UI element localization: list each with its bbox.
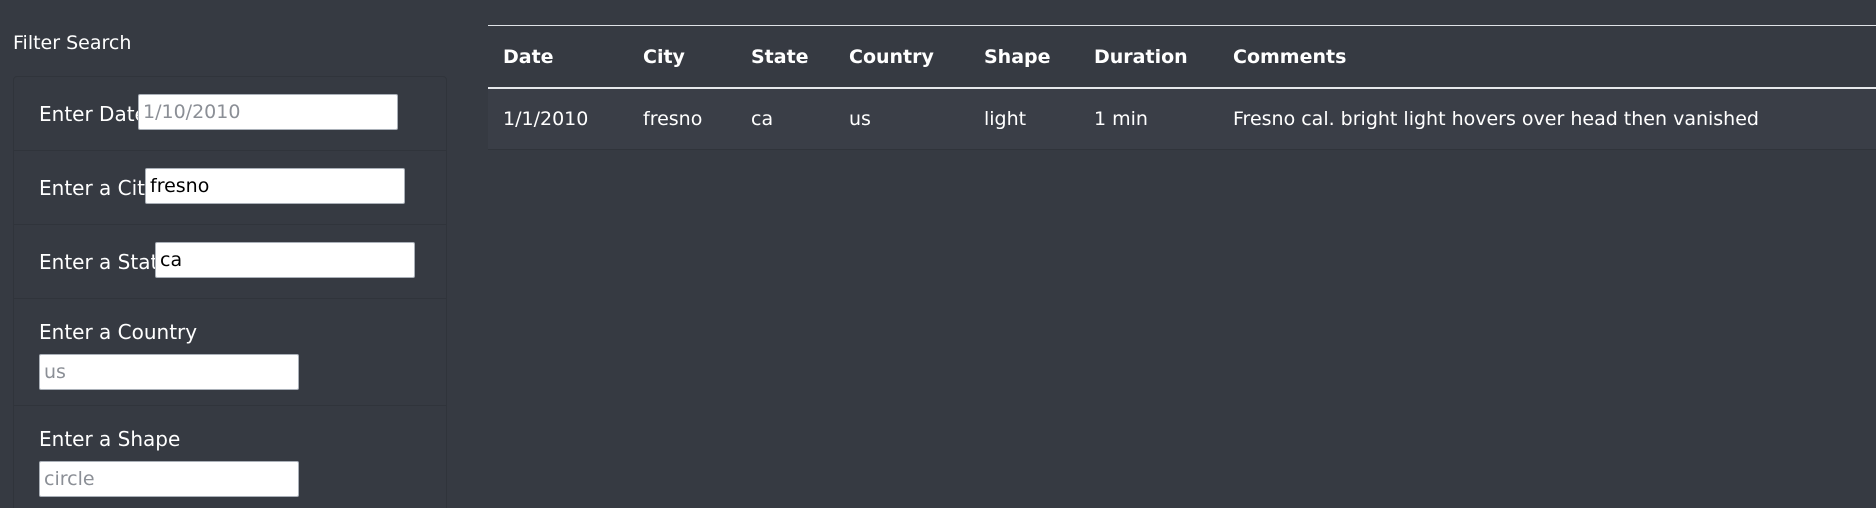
date-input[interactable]: [138, 94, 398, 130]
shape-input[interactable]: [39, 461, 299, 497]
column-header-duration: Duration: [1079, 25, 1218, 89]
filter-item-state: Enter a State: [14, 225, 446, 299]
table-header: Date City State Country Shape Duration C…: [488, 25, 1876, 89]
state-input[interactable]: [155, 242, 415, 278]
table-header-row: Date City State Country Shape Duration C…: [488, 25, 1876, 89]
column-header-country: Country: [834, 25, 969, 89]
column-header-shape: Shape: [969, 25, 1079, 89]
column-header-city: City: [628, 25, 736, 89]
country-label: Enter a Country: [39, 320, 198, 344]
filter-item-shape: Enter a Shape: [14, 406, 446, 508]
filter-item-city: Enter a City: [14, 151, 446, 225]
column-header-state: State: [736, 25, 834, 89]
city-label: Enter a City: [39, 176, 157, 200]
ufo-results-table: Date City State Country Shape Duration C…: [488, 25, 1876, 150]
cell-shape: light: [969, 88, 1079, 150]
filter-item-date: Enter Date: [14, 77, 446, 151]
cell-state: ca: [736, 88, 834, 150]
state-label: Enter a State: [39, 250, 171, 274]
column-header-comments: Comments: [1218, 25, 1876, 89]
city-input[interactable]: [145, 168, 405, 204]
cell-date: 1/1/2010: [488, 88, 628, 150]
shape-label: Enter a Shape: [39, 427, 181, 451]
filter-item-country: Enter a Country: [14, 299, 446, 406]
cell-duration: 1 min: [1079, 88, 1218, 150]
table-row: 1/1/2010 fresno ca us light 1 min Fresno…: [488, 88, 1876, 150]
country-input[interactable]: [39, 354, 299, 390]
cell-city: fresno: [628, 88, 736, 150]
cell-country: us: [834, 88, 969, 150]
filter-list: Enter Date Enter a City Enter a State En…: [13, 76, 447, 508]
date-label: Enter Date: [39, 102, 147, 126]
table-body: 1/1/2010 fresno ca us light 1 min Fresno…: [488, 88, 1876, 150]
cell-comments: Fresno cal. bright light hovers over hea…: [1218, 88, 1876, 150]
filter-sidebar: Filter Search Enter Date Enter a City En…: [0, 0, 462, 508]
column-header-date: Date: [488, 25, 628, 89]
filter-search-title: Filter Search: [13, 32, 132, 54]
ufo-filter-page: Filter Search Enter Date Enter a City En…: [0, 0, 1876, 508]
